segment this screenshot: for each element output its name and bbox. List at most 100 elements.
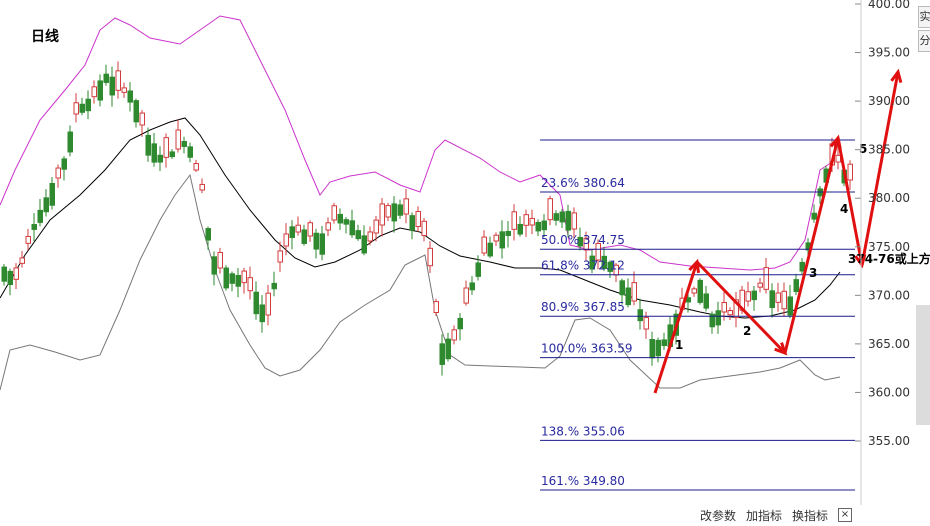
candle-body xyxy=(835,154,841,163)
change-params-button[interactable]: 改参数 xyxy=(700,507,736,523)
candle-body xyxy=(43,197,49,213)
wave-segment xyxy=(783,137,840,354)
candle-body xyxy=(193,163,199,171)
candle-body xyxy=(637,309,643,322)
candle-body xyxy=(337,213,343,224)
candle-body xyxy=(757,282,763,288)
candle-body xyxy=(559,211,565,223)
candle-body xyxy=(451,329,457,341)
candle-body xyxy=(391,203,397,222)
side-tab-realtime[interactable]: 实 xyxy=(918,6,930,28)
candle-body xyxy=(379,203,385,226)
close-indicator-button[interactable]: × xyxy=(838,508,852,522)
y-tick-label: 380.00 xyxy=(868,191,910,205)
candle-body xyxy=(115,70,121,91)
candle-body xyxy=(307,222,313,237)
swap-indicator-button[interactable]: 换指标 xyxy=(792,507,828,523)
candle-body xyxy=(511,211,517,230)
candle-body xyxy=(1,266,7,282)
candle-body xyxy=(343,219,349,225)
candle-body xyxy=(463,287,469,304)
candle-body xyxy=(97,80,103,101)
indicator-toolbar: 改参数 加指标 换指标 xyxy=(700,507,828,523)
candle-body xyxy=(163,137,169,158)
fib-label: 23.6% 380.64 xyxy=(541,176,625,190)
y-tick-label: 365.00 xyxy=(868,337,910,351)
candle-body xyxy=(397,204,403,216)
candle-body xyxy=(775,292,781,303)
candle-body xyxy=(31,224,37,230)
candle-body xyxy=(643,317,649,330)
candle-body xyxy=(265,292,271,316)
candle-body xyxy=(157,154,163,163)
candlestick-chart: 23.6% 380.64 50.0% 374.75 61.8% 372.12 80.9… xyxy=(0,0,930,522)
candle-body xyxy=(409,215,415,231)
candle-body xyxy=(289,226,295,238)
candle-body xyxy=(535,221,541,232)
candle-body xyxy=(295,224,301,233)
candle-body xyxy=(661,339,667,347)
bollinger-bands xyxy=(0,15,841,391)
candle-body xyxy=(67,131,73,153)
candle-body xyxy=(151,143,157,163)
candle-body xyxy=(763,267,769,290)
candle-body xyxy=(781,290,787,310)
y-tick-label: 385.00 xyxy=(868,143,910,157)
candle-body xyxy=(445,338,451,360)
candle-body xyxy=(373,219,379,234)
candle-body xyxy=(421,220,427,237)
candles xyxy=(1,61,853,376)
candle-body xyxy=(361,235,367,254)
wave-number-label: 1 xyxy=(675,338,683,352)
candle-body xyxy=(205,228,211,241)
candle-body xyxy=(187,146,193,158)
candle-body xyxy=(715,310,721,326)
add-indicator-button[interactable]: 加指标 xyxy=(746,507,782,523)
candle-body xyxy=(493,234,499,242)
candle-body xyxy=(181,141,187,147)
candle-body xyxy=(13,267,19,280)
candle-body xyxy=(61,158,67,170)
candle-body xyxy=(367,231,373,242)
candle-body xyxy=(433,301,439,313)
candle-body xyxy=(319,233,325,255)
candle-body xyxy=(235,274,241,287)
fibonacci-levels: 23.6% 380.64 50.0% 374.75 61.8% 372.12 80.9… xyxy=(540,139,855,491)
candle-body xyxy=(697,279,703,303)
candle-body xyxy=(253,291,259,315)
candle-body xyxy=(769,290,775,309)
candle-body xyxy=(169,151,175,158)
wave-number-label: 2 xyxy=(743,324,751,338)
candle-body xyxy=(649,339,655,359)
candle-body xyxy=(475,262,481,277)
candle-body xyxy=(415,211,421,227)
fib-label: 138.% 355.06 xyxy=(541,424,625,438)
y-tick-label: 395.00 xyxy=(868,46,910,60)
wave-number-label: 5 xyxy=(859,142,867,156)
side-tab-minute[interactable]: 分 xyxy=(918,30,930,52)
candle-body xyxy=(175,129,181,150)
candle-body xyxy=(145,134,151,156)
scrollbar-thumb[interactable] xyxy=(916,305,930,425)
candle-body xyxy=(517,223,523,235)
y-tick-label: 355.00 xyxy=(868,434,910,448)
candle-body xyxy=(199,183,205,191)
candle-body xyxy=(481,236,487,254)
candle-body xyxy=(355,230,361,240)
candle-body xyxy=(427,247,433,267)
candle-body xyxy=(313,232,319,250)
candle-body xyxy=(439,343,445,365)
candle-body xyxy=(103,73,109,83)
candle-body xyxy=(625,287,631,306)
candle-body xyxy=(271,282,277,290)
candle-body xyxy=(91,86,97,98)
candle-body xyxy=(229,273,235,284)
labels: 12345日线374-76或上方买 xyxy=(31,28,930,352)
candle-body xyxy=(247,277,253,292)
wave-segment xyxy=(653,261,699,394)
candle-body xyxy=(49,182,55,206)
wave-arrows xyxy=(653,68,903,394)
candle-body xyxy=(55,167,61,179)
candle-body xyxy=(799,261,805,272)
candle-body xyxy=(793,279,799,293)
